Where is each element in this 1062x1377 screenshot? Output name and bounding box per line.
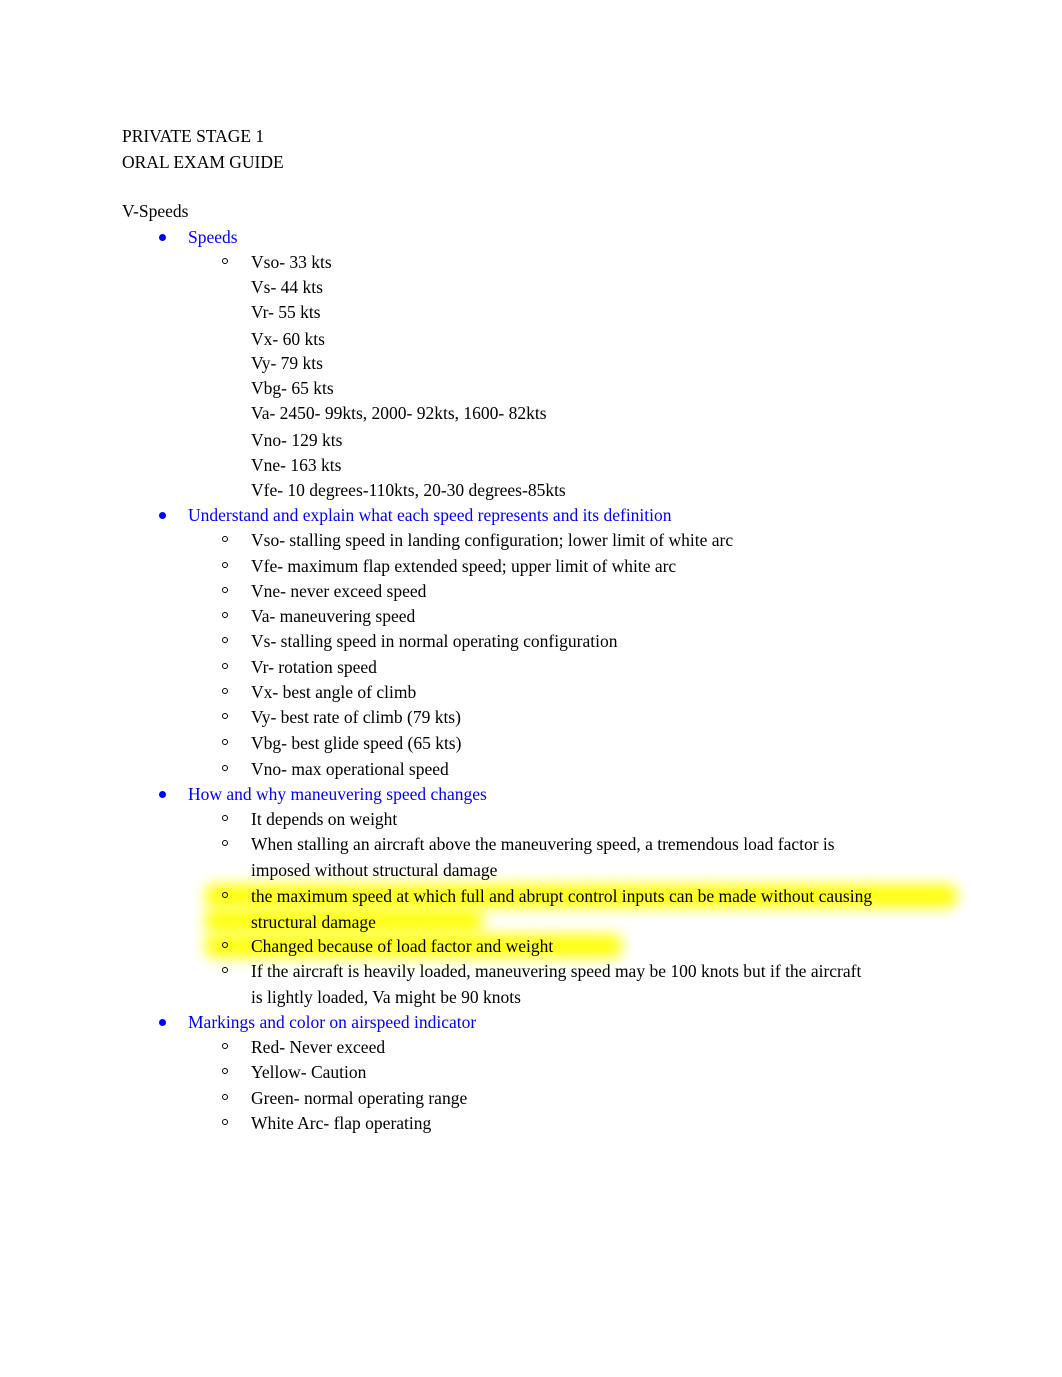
list-item-label: Vs- stalling speed in normal operating c…	[251, 631, 618, 651]
list-item-label: Vr- rotation speed	[251, 657, 377, 677]
bullet-markings-and-color: Markings and color on airspeed indicator	[159, 1010, 477, 1036]
list-item: Vfe- maximum flap extended speed; upper …	[222, 554, 677, 580]
list-item: White Arc- flap operating	[222, 1111, 432, 1137]
title-line-1: PRIVATE STAGE 1	[122, 126, 265, 146]
bullet-how-and-why-maneuvering-speed-changes: How and why maneuvering speed changes	[159, 782, 487, 808]
document-page: PRIVATE STAGE 1 ORAL EXAM GUIDE V-Speeds…	[0, 0, 1062, 1377]
list-item-label: If the aircraft is heavily loaded, maneu…	[251, 961, 862, 1007]
list-item: When stalling an aircraft above the mane…	[222, 832, 876, 883]
list-item-label: Vso- stalling speed in landing configura…	[251, 530, 734, 550]
list-item-label: White Arc- flap operating	[251, 1113, 432, 1133]
list-item-label: Vne- never exceed speed	[251, 581, 427, 601]
circle-bullet-icon	[222, 1043, 228, 1049]
document-title: PRIVATE STAGE 1 ORAL EXAM GUIDE	[122, 124, 284, 175]
circle-bullet-icon	[222, 536, 228, 542]
list-item-label: Vfe- maximum flap extended speed; upper …	[251, 556, 677, 576]
disc-bullet-icon	[159, 233, 166, 241]
disc-bullet-icon	[159, 511, 166, 519]
list-item: If the aircraft is heavily loaded, maneu…	[222, 959, 876, 1010]
bullet-how-and-why-label: How and why maneuvering speed changes	[188, 784, 487, 804]
circle-bullet-icon	[222, 815, 228, 821]
bullet-markings-and-color-label: Markings and color on airspeed indicator	[188, 1012, 477, 1032]
circle-bullet-icon	[222, 840, 228, 846]
list-item: Vs- 44 kts	[251, 277, 323, 297]
circle-bullet-icon	[222, 612, 228, 618]
list-item: Vno- max operational speed	[222, 757, 449, 783]
list-item: Vne- never exceed speed	[222, 579, 427, 605]
list-item: Vbg- 65 kts	[251, 378, 334, 398]
list-item-highlighted: Changed because of load factor and weigh…	[222, 934, 554, 960]
bullet-speeds-label: Speeds	[188, 227, 238, 247]
list-item: Va- 2450- 99kts, 2000- 92kts, 1600- 82kt…	[251, 403, 547, 423]
circle-bullet-icon	[222, 637, 228, 643]
list-item-label: Va- maneuvering speed	[251, 606, 416, 626]
list-item: It depends on weight	[222, 807, 398, 833]
list-item-label: Vbg- best glide speed (65 kts)	[251, 733, 462, 753]
list-item: Red- Never exceed	[222, 1035, 386, 1061]
circle-bullet-icon	[222, 1068, 228, 1074]
list-item-label: Yellow- Caution	[251, 1062, 367, 1082]
list-item-label: Vno- max operational speed	[251, 759, 449, 779]
bullet-understand-and-explain-label: Understand and explain what each speed r…	[188, 505, 672, 525]
circle-bullet-icon	[222, 967, 228, 973]
circle-bullet-icon	[222, 713, 228, 719]
list-item-label: It depends on weight	[251, 809, 398, 829]
disc-bullet-icon	[159, 1018, 166, 1026]
list-item-label: Vso- 33 kts	[251, 252, 332, 272]
list-item-label: Red- Never exceed	[251, 1037, 386, 1057]
list-item: Vno- 129 kts	[251, 430, 343, 450]
circle-bullet-icon	[222, 688, 228, 694]
bullet-speeds: Speeds	[159, 225, 238, 251]
circle-bullet-icon	[222, 1119, 228, 1125]
list-item: Vx- best angle of climb	[222, 680, 417, 706]
list-item: Vx- 60 kts	[251, 329, 325, 349]
list-item: Vso- 33 kts	[222, 250, 332, 276]
section-heading-v-speeds: V-Speeds	[122, 201, 189, 221]
list-item: Vne- 163 kts	[251, 455, 342, 475]
list-item-label: the maximum speed at which full and abru…	[251, 886, 873, 932]
list-item-highlighted: the maximum speed at which full and abru…	[222, 884, 876, 935]
list-item-label: Changed because of load factor and weigh…	[251, 936, 554, 956]
circle-bullet-icon	[222, 1094, 228, 1100]
list-item: Vr- rotation speed	[222, 655, 377, 681]
list-item-label: Vx- best angle of climb	[251, 682, 417, 702]
list-item: Vbg- best glide speed (65 kts)	[222, 731, 462, 757]
circle-bullet-icon	[222, 663, 228, 669]
title-line-2: ORAL EXAM GUIDE	[122, 151, 284, 172]
list-item-label: Green- normal operating range	[251, 1088, 468, 1108]
disc-bullet-icon	[159, 790, 166, 798]
list-item: Green- normal operating range	[222, 1086, 468, 1112]
circle-bullet-icon	[222, 765, 228, 771]
list-item: Vy- 79 kts	[251, 353, 323, 373]
circle-bullet-icon	[222, 562, 228, 568]
list-item: Vfe- 10 degrees-110kts, 20-30 degrees-85…	[251, 480, 566, 500]
bullet-understand-and-explain: Understand and explain what each speed r…	[159, 503, 672, 529]
circle-bullet-icon	[222, 258, 228, 264]
list-item: Vs- stalling speed in normal operating c…	[222, 629, 618, 655]
list-item-label: Vy- best rate of climb (79 kts)	[251, 707, 461, 727]
list-item: Vr- 55 kts	[251, 302, 321, 322]
circle-bullet-icon	[222, 739, 228, 745]
list-item-label: When stalling an aircraft above the mane…	[251, 834, 835, 880]
list-item: Vy- best rate of climb (79 kts)	[222, 705, 461, 731]
circle-bullet-icon	[222, 892, 228, 898]
list-item: Yellow- Caution	[222, 1060, 367, 1086]
list-item: Vso- stalling speed in landing configura…	[222, 528, 734, 554]
circle-bullet-icon	[222, 587, 228, 593]
circle-bullet-icon	[222, 942, 228, 948]
list-item: Va- maneuvering speed	[222, 604, 416, 630]
